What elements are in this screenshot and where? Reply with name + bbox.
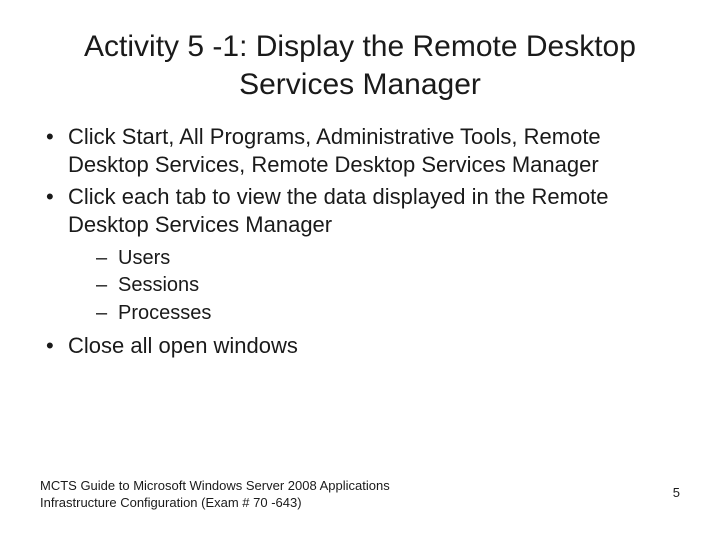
slide-title: Activity 5 -1: Display the Remote Deskto… — [0, 0, 720, 113]
sub-bullet-text: Users — [118, 247, 170, 269]
sub-bullet-text: Sessions — [118, 274, 199, 296]
page-number: 5 — [673, 485, 680, 500]
list-item: Processes — [96, 301, 680, 327]
list-item: Click Start, All Programs, Administrativ… — [40, 123, 680, 179]
bullet-text: Close all open windows — [68, 333, 298, 358]
bullet-text: Click Start, All Programs, Administrativ… — [68, 124, 601, 177]
list-item: Click each tab to view the data displaye… — [40, 183, 680, 326]
list-item: Users — [96, 246, 680, 272]
sub-list: Users Sessions Processes — [68, 246, 680, 327]
list-item: Sessions — [96, 273, 680, 299]
bullet-text: Click each tab to view the data displaye… — [68, 184, 609, 237]
sub-bullet-text: Processes — [118, 302, 211, 324]
footer-text: MCTS Guide to Microsoft Windows Server 2… — [40, 478, 460, 512]
slide-body: Click Start, All Programs, Administrativ… — [0, 113, 720, 361]
list-item: Close all open windows — [40, 332, 680, 360]
bullet-list: Click Start, All Programs, Administrativ… — [40, 123, 680, 361]
slide: Activity 5 -1: Display the Remote Deskto… — [0, 0, 720, 540]
